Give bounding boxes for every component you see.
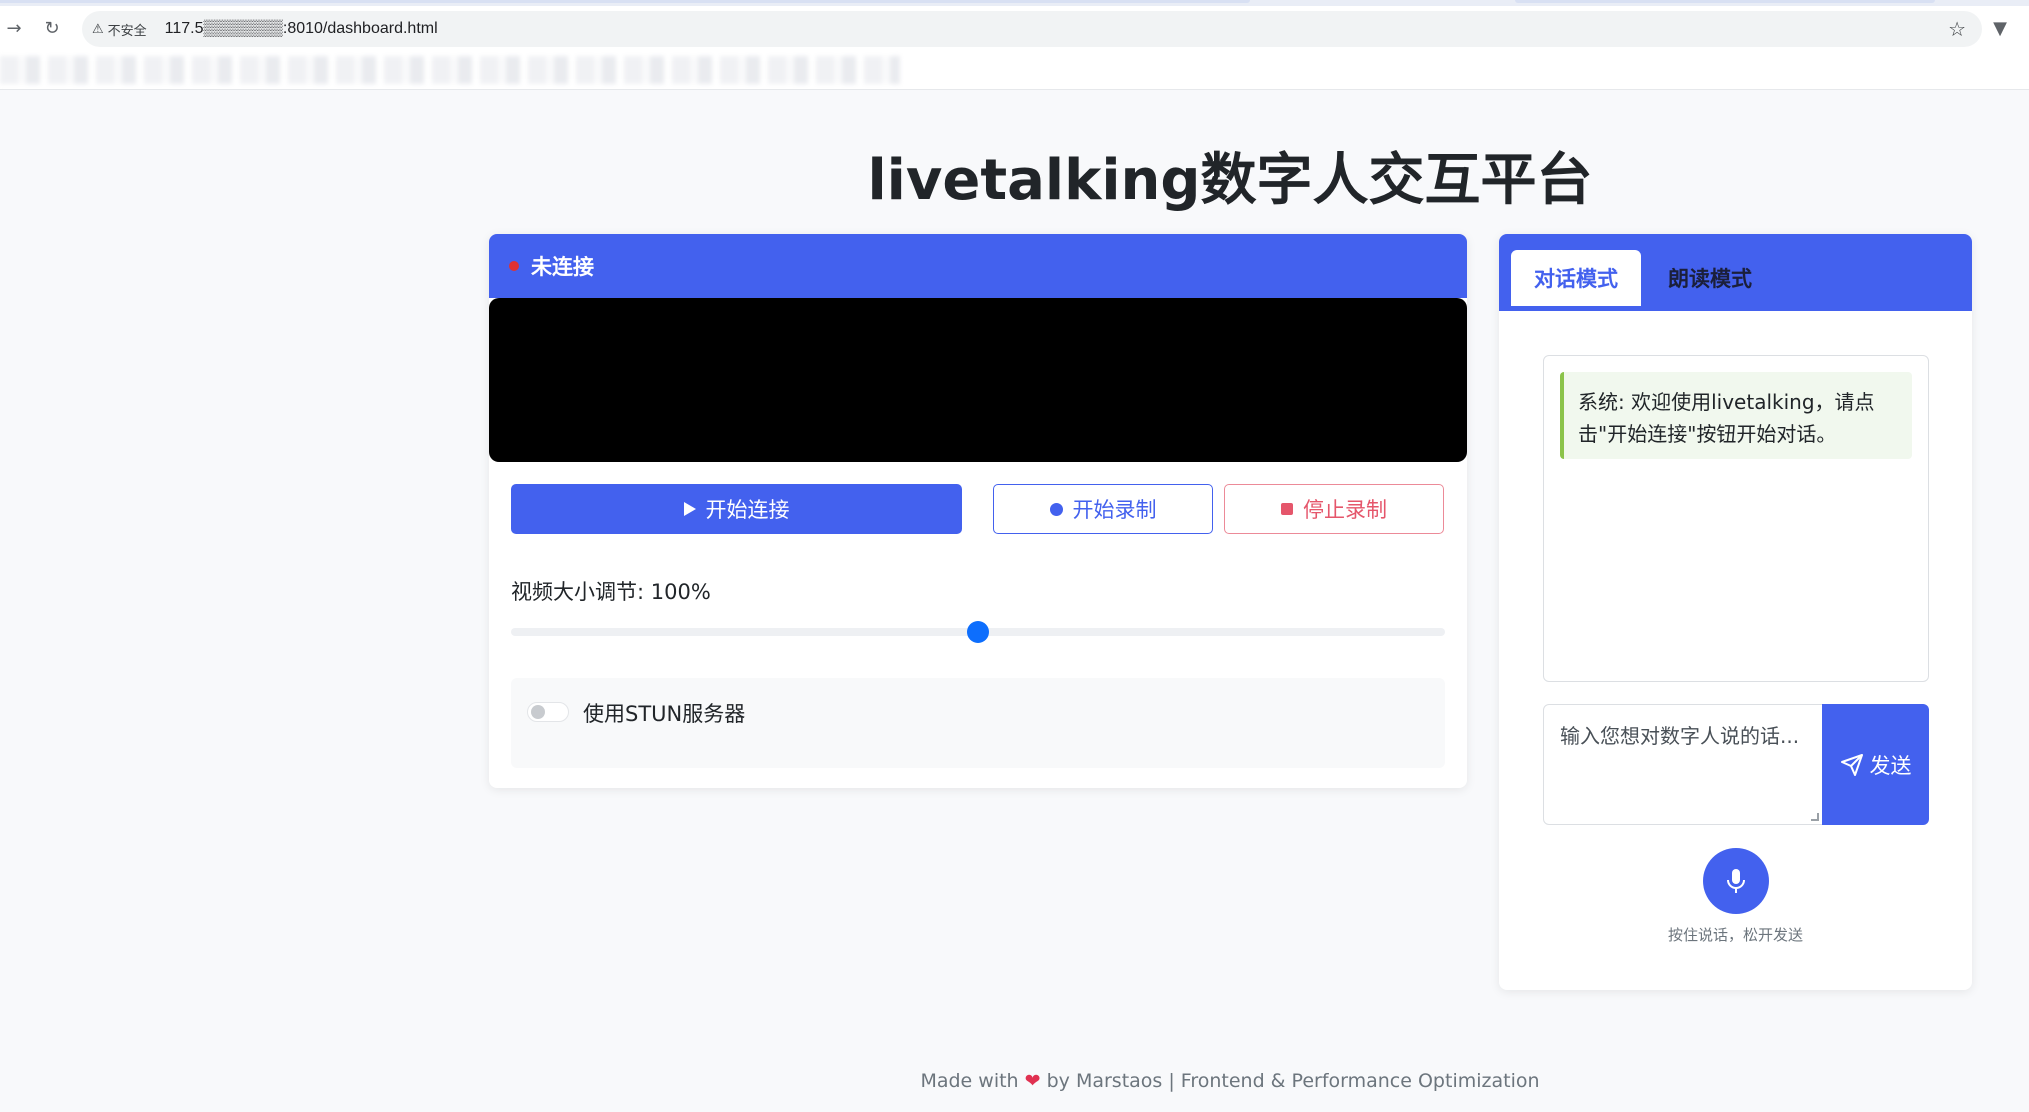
message-input[interactable]: 输入您想对数字人说的话... (1543, 704, 1823, 825)
stun-label: 使用STUN服务器 (583, 702, 746, 726)
stun-option: 使用STUN服务器 (511, 678, 1445, 768)
message-input-placeholder: 输入您想对数字人说的话... (1560, 724, 1800, 748)
record-dot-icon (1049, 502, 1063, 516)
chat-messages[interactable]: 系统: 欢迎使用livetalking，请点击"开始连接"按钮开始对话。 (1543, 355, 1929, 682)
bookmark-star-icon[interactable]: ☆ (1948, 17, 1966, 41)
tab-strip (0, 0, 2029, 6)
tab-strip-segment (1515, 0, 1935, 3)
video-panel: 未连接 开始连接 开始录制 停止录制 视频大小调节: 100% 使用STUN服务… (489, 234, 1467, 788)
security-label: 不安全 (107, 23, 147, 39)
system-message: 系统: 欢迎使用livetalking，请点击"开始连接"按钮开始对话。 (1560, 372, 1912, 459)
play-icon (683, 502, 696, 516)
stop-recording-label: 停止录制 (1303, 498, 1387, 522)
bookmarks-bar (0, 56, 900, 84)
heart-icon: ❤ (1024, 1070, 1041, 1092)
control-buttons: 开始连接 开始录制 停止录制 (511, 484, 1445, 534)
video-player[interactable] (489, 298, 1467, 462)
url-text[interactable]: 117.5▒▒▒▒▒▒▒:8010/dashboard.html (165, 20, 438, 38)
toggle-knob (531, 705, 545, 719)
microphone-icon (1727, 869, 1745, 893)
reload-icon[interactable]: ↻ (38, 14, 66, 42)
stop-recording-button[interactable]: 停止录制 (1224, 484, 1444, 534)
start-recording-button[interactable]: 开始录制 (993, 484, 1213, 534)
forward-icon[interactable]: → (0, 14, 28, 42)
send-label: 发送 (1869, 753, 1912, 778)
security-indicator[interactable]: ⚠ 不安全 (92, 20, 147, 39)
footer-made-with: Made with (920, 1070, 1019, 1092)
browser-toolbar: → ↻ ⚠ 不安全 117.5▒▒▒▒▒▒▒:8010/dashboard.ht… (0, 0, 2029, 90)
footer-credit: by Marstaos | Frontend & Performance Opt… (1046, 1070, 1540, 1092)
footer: Made with ❤ by Marstaos | Frontend & Per… (0, 1070, 2029, 1092)
start-recording-label: 开始录制 (1072, 498, 1157, 522)
chat-panel: 对话模式 朗读模式 系统: 欢迎使用livetalking，请点击"开始连接"按… (1499, 234, 1972, 990)
connection-status-bar: 未连接 (489, 234, 1467, 298)
push-to-talk-hint: 按住说话，松开发送 (1667, 926, 1803, 944)
start-connection-button[interactable]: 开始连接 (511, 484, 962, 534)
push-to-talk-button[interactable] (1703, 848, 1769, 914)
resize-handle-icon[interactable] (1811, 813, 1819, 821)
video-size-slider[interactable] (511, 621, 1445, 643)
send-button[interactable]: 发送 (1822, 704, 1929, 825)
status-dot-icon (509, 261, 519, 271)
warning-icon: ⚠ (92, 21, 104, 37)
page-title: livetalking数字人交互平台 (867, 148, 1593, 213)
start-connection-label: 开始连接 (705, 498, 790, 522)
send-icon (1840, 753, 1863, 776)
connection-status: 未连接 (531, 255, 594, 279)
tab-strip-segment (0, 0, 1250, 3)
tab-read-mode[interactable]: 朗读模式 (1645, 250, 1775, 306)
slider-thumb[interactable] (967, 621, 989, 643)
extensions-icon[interactable]: ▼ (1986, 14, 2014, 42)
stop-square-icon (1281, 503, 1293, 515)
tab-dialog-mode[interactable]: 对话模式 (1511, 250, 1641, 306)
stun-toggle[interactable] (527, 702, 569, 722)
mode-tabs: 对话模式 朗读模式 (1499, 234, 1972, 311)
video-size-label: 视频大小调节: 100% (511, 580, 711, 604)
address-bar[interactable]: ⚠ 不安全 117.5▒▒▒▒▒▒▒:8010/dashboard.html ☆ (82, 11, 1982, 47)
